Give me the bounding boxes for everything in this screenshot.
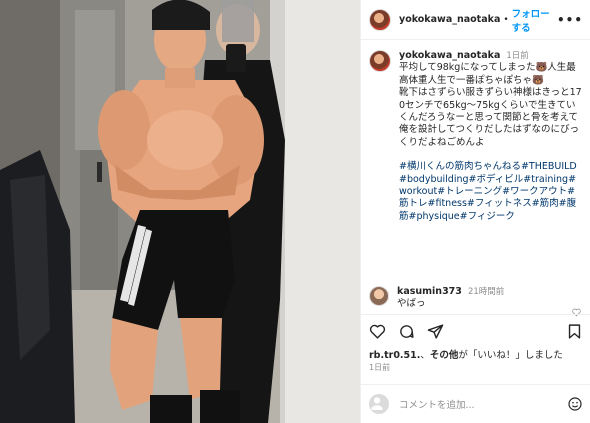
liker-username[interactable]: rb.tr0.51. — [369, 350, 420, 361]
post-photo — [0, 0, 360, 423]
post-header: yokokawa_naotaka • フォローする ••• — [361, 0, 590, 40]
comment-body: kasumin373 21時間前 やばっ — [397, 286, 504, 310]
commenter-avatar[interactable] — [369, 286, 389, 306]
comment-input[interactable]: コメントを追加... — [399, 397, 567, 411]
post-caption: yokokawa_naotaka 1日前 平均して98kgになってしまった🐻人生… — [369, 50, 583, 223]
current-user-avatar — [369, 394, 389, 414]
caption-paragraph-1: 平均して98kgになってしまった🐻人生最高体重人生で一番ぽちゃぽちゃ🐻 — [399, 62, 576, 86]
comment-bubble-icon[interactable] — [398, 323, 415, 340]
save-bookmark-icon[interactable] — [566, 323, 583, 340]
more-options-icon[interactable]: ••• — [557, 13, 583, 27]
gym-mirror-selfie-image — [0, 0, 360, 423]
emoji-smiley-icon[interactable] — [567, 396, 583, 412]
caption-text: yokokawa_naotaka 1日前 平均して98kgになってしまった🐻人生… — [399, 50, 583, 223]
likes-summary: rb.tr0.51.、その他が「いいね！」しました — [369, 350, 563, 361]
default-user-icon — [371, 397, 383, 414]
add-comment-bar: コメントを追加... — [361, 384, 590, 423]
caption-hashtags[interactable]: #横川くんの筋肉ちゃんねる#THEBUILD#bodybuilding#ボディビ… — [399, 161, 583, 223]
action-bar — [361, 314, 590, 348]
post-date[interactable]: 1日前 — [369, 362, 390, 373]
share-send-icon[interactable] — [427, 323, 444, 340]
caption-avatar[interactable] — [369, 50, 391, 72]
author-avatar[interactable] — [369, 8, 391, 31]
author-username[interactable]: yokokawa_naotaka — [399, 14, 500, 25]
post-panel: yokokawa_naotaka • フォローする ••• yokokawa_n… — [360, 0, 590, 423]
caption-gap — [399, 149, 583, 161]
like-heart-icon[interactable] — [369, 323, 386, 340]
separator-dot: • — [503, 14, 509, 25]
caption-time[interactable]: 1日前 — [506, 51, 528, 61]
comment-item: kasumin373 21時間前 やばっ — [369, 286, 583, 317]
comment-text: やばっ — [397, 298, 426, 309]
follow-button[interactable]: フォローする — [512, 6, 557, 34]
comment-time: 21時間前 — [467, 287, 505, 297]
commenter-username[interactable]: kasumin373 — [397, 286, 462, 297]
caption-row: yokokawa_naotaka 1日前 平均して98kgになってしまった🐻人生… — [369, 50, 583, 223]
caption-username[interactable]: yokokawa_naotaka — [399, 50, 500, 61]
likes-phrase: が「いいね！」しました — [458, 350, 563, 361]
likes-others-link[interactable]: その他 — [430, 350, 459, 361]
caption-paragraph-2: 靴下はさずらい服きずらい神様はきっと170センチで65kg〜75kgくらいで生き… — [399, 87, 582, 148]
